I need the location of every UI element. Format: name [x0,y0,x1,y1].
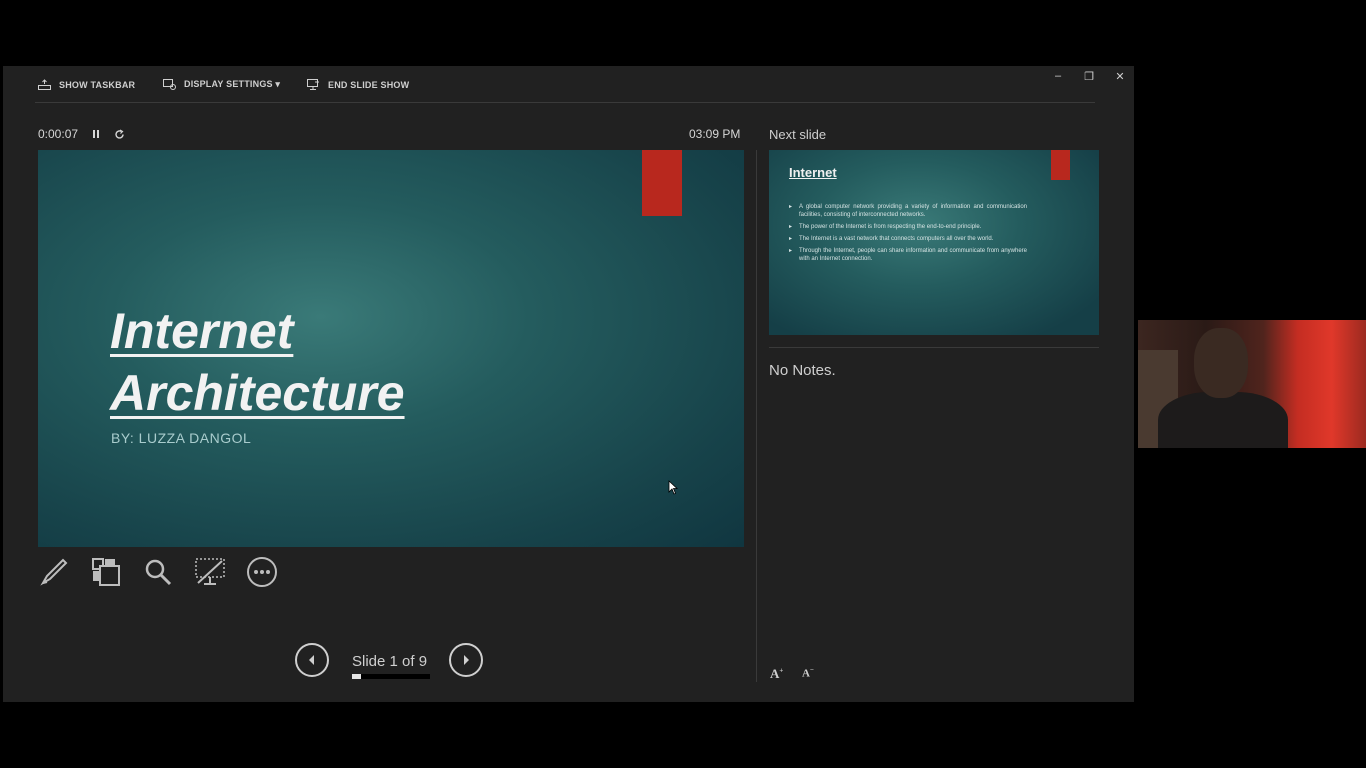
close-button[interactable]: ✕ [1112,70,1128,83]
presenter-view-window: SHOW TASKBAR DISPLAY SETTINGS ▾ END SLID… [3,66,1134,702]
restart-timer-icon[interactable] [114,128,125,140]
elapsed-time: 0:00:07 [38,127,79,141]
zoom-icon [145,559,172,586]
webcam-person-head [1194,328,1248,398]
display-settings-label: DISPLAY SETTINGS ▾ [184,79,281,89]
slide-subtitle: BY: LUZZA DANGOL [111,430,252,446]
next-slide-bullet: The power of the Internet is from respec… [789,223,1027,231]
timer: 0:00:07 [38,127,125,141]
slide-tools [38,556,278,588]
end-show-icon [307,79,319,90]
mouse-cursor-icon [668,480,678,495]
display-settings-icon [163,79,176,90]
slide-title-line1: Internet [110,303,294,359]
pen-icon [40,558,68,586]
pen-tool-button[interactable] [38,556,70,588]
display-settings-button[interactable]: DISPLAY SETTINGS ▾ [163,79,280,90]
see-all-slides-button[interactable] [90,556,122,588]
slide-title: Internet Architecture [110,300,405,424]
decrease-font-button[interactable]: A− [802,666,814,680]
next-slide-preview[interactable]: Internet A global computer network provi… [769,150,1099,335]
end-slide-show-button[interactable]: END SLIDE SHOW [307,79,409,90]
next-slide-label: Next slide [769,127,827,142]
black-screen-button[interactable] [194,556,226,588]
decrease-font-icon: A [802,667,810,680]
next-slide-bullet: Through the Internet, people can share i… [789,247,1027,263]
previous-slide-button[interactable] [295,643,329,677]
pause-icon[interactable] [92,129,100,139]
restore-button[interactable]: ❐ [1081,70,1097,83]
next-slide-bullet: The Internet is a vast network that conn… [789,235,1027,243]
increase-font-icon: A [770,666,780,681]
taskbar-icon [38,79,51,90]
show-taskbar-label: SHOW TASKBAR [59,79,136,90]
thumb-bookmark-decoration [1051,150,1070,180]
minimize-button[interactable]: – [1050,70,1066,82]
arrow-left-icon [309,655,314,665]
arrow-right-icon [464,655,469,665]
notes-divider [769,347,1099,348]
current-time: 03:09 PM [689,127,741,141]
more-options-button[interactable] [246,556,278,588]
toolbar-divider [35,102,1095,103]
slide-progress-fill [352,674,361,679]
pane-divider[interactable] [756,150,757,682]
next-slide-button[interactable] [449,643,483,677]
speaker-notes[interactable]: No Notes. [769,362,836,379]
slide-bookmark-decoration [642,150,682,216]
slide-title-line2: Architecture [110,365,405,421]
end-slide-show-label: END SLIDE SHOW [328,79,410,90]
zoom-button[interactable] [142,556,174,588]
next-slide-bullet: A global computer network providing a va… [789,203,1027,219]
current-slide[interactable]: Internet Architecture BY: LUZZA DANGOL [38,150,744,547]
webcam-person-body [1158,392,1288,448]
slide-counter[interactable]: Slide 1 of 9 [352,653,427,670]
next-slide-title: Internet [789,165,837,180]
slide-progress-bar [352,674,430,679]
more-options-icon [247,557,277,587]
presenter-toolbar: SHOW TASKBAR DISPLAY SETTINGS ▾ END SLID… [3,66,1134,102]
show-taskbar-button[interactable]: SHOW TASKBAR [38,79,135,90]
increase-font-button[interactable]: A+ [770,666,783,682]
black-screen-icon [195,558,225,585]
slides-grid-icon [92,558,120,586]
slide-navigation: Slide 1 of 9 [295,643,495,683]
webcam-overlay [1138,320,1366,448]
next-slide-bullets: A global computer network providing a va… [789,203,1027,267]
